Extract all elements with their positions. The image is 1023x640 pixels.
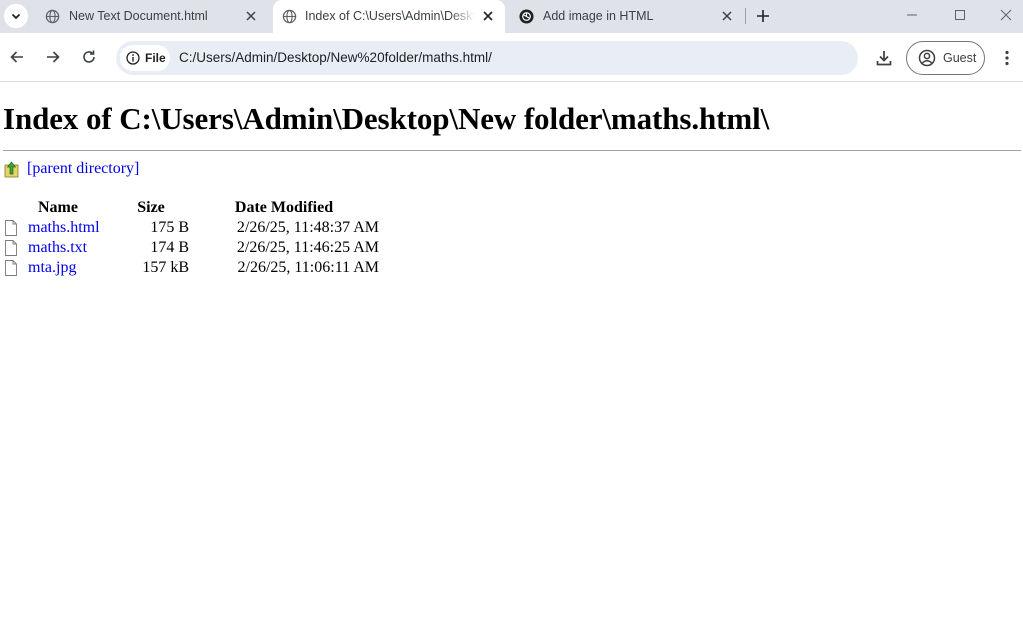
browser-toolbar: File C:/Users/Admin/Desktop/New%20folder… — [0, 33, 1023, 82]
tab-new-text-document[interactable]: New Text Document.html — [31, 0, 271, 33]
divider — [3, 150, 1021, 151]
reload-icon — [83, 50, 95, 63]
table-row: maths.txt 174 B 2/26/25, 11:46:25 AM — [3, 238, 379, 258]
column-header-name[interactable]: Name — [3, 198, 113, 218]
file-entry: maths.html — [3, 219, 113, 237]
address-bar[interactable]: File C:/Users/Admin/Desktop/New%20folder… — [116, 41, 858, 75]
column-header-size[interactable]: Size — [113, 198, 189, 218]
globe-icon — [282, 9, 297, 24]
arrow-left-icon — [10, 51, 23, 63]
chatgpt-icon — [519, 9, 534, 24]
file-date: 2/26/25, 11:06:11 AM — [237, 259, 380, 276]
file-name-cell: mta.jpg — [3, 258, 113, 278]
tab-separator — [745, 8, 746, 24]
minimize-icon — [907, 14, 917, 16]
tab-add-image[interactable]: Add image in HTML — [505, 0, 743, 33]
forward-button[interactable] — [42, 46, 64, 68]
tab-search-button[interactable] — [4, 4, 28, 28]
back-button[interactable] — [6, 46, 28, 68]
tab-title: New Text Document.html — [69, 9, 208, 23]
tab-title: Add image in HTML — [543, 9, 654, 23]
parent-directory-link[interactable]: [parent directory] — [27, 160, 139, 178]
more-vertical-icon — [1005, 50, 1009, 66]
column-header-date[interactable]: Date Modified — [189, 198, 379, 218]
table-row: maths.html 175 B 2/26/25, 11:48:37 AM — [3, 218, 379, 238]
file-icon — [5, 260, 17, 276]
tab-close-button[interactable] — [480, 8, 496, 24]
close-icon — [1000, 9, 1012, 21]
downloads-button[interactable] — [872, 46, 896, 70]
file-link[interactable]: maths.txt — [28, 239, 87, 257]
arrow-right-icon — [47, 51, 60, 63]
maximize-icon — [955, 10, 965, 20]
folder-up-icon — [4, 160, 19, 177]
file-size: 175 B — [150, 219, 189, 236]
scheme-label: File — [145, 51, 166, 65]
url-text[interactable]: C:/Users/Admin/Desktop/New%20folder/math… — [179, 50, 492, 65]
file-entry: maths.txt — [3, 239, 113, 257]
reload-button[interactable] — [78, 46, 100, 68]
profile-button[interactable]: Guest — [906, 41, 985, 75]
tab-close-button[interactable] — [243, 8, 259, 24]
close-icon — [483, 11, 493, 21]
page-title: Index of C:\Users\Admin\Desktop\New fold… — [3, 101, 770, 136]
file-date: 2/26/25, 11:48:37 AM — [236, 219, 379, 236]
file-icon — [5, 240, 17, 256]
minimize-button[interactable] — [900, 4, 924, 26]
file-size: 174 B — [150, 239, 189, 256]
file-date: 2/26/25, 11:46:25 AM — [236, 239, 379, 256]
new-tab-button[interactable] — [754, 7, 772, 25]
table-row: mta.jpg 157 kB 2/26/25, 11:06:11 AM — [3, 258, 379, 278]
page-content: Index of C:\Users\Admin\Desktop\New fold… — [0, 83, 1023, 640]
site-info-chip[interactable]: File — [120, 45, 170, 71]
download-icon — [876, 51, 892, 66]
tab-title: Index of C:\Users\Admin\Desktop\New fold… — [305, 9, 475, 23]
file-name-cell: maths.html — [3, 218, 113, 238]
file-link[interactable]: mta.jpg — [28, 259, 76, 277]
tab-close-button[interactable] — [719, 8, 735, 24]
parent-directory-row: [parent directory] — [4, 160, 139, 178]
browser-menu-button[interactable] — [998, 46, 1016, 70]
tab-index-listing[interactable]: Index of C:\Users\Admin\Desktop\New fold… — [273, 0, 505, 33]
file-icon — [5, 220, 17, 236]
file-table: Name Size Date Modified maths.html 175 B… — [3, 198, 379, 278]
profile-label: Guest — [943, 51, 977, 65]
plus-icon — [757, 10, 769, 22]
chevron-down-icon — [11, 13, 21, 20]
tab-strip: New Text Document.html Index of C:\Users… — [0, 0, 1023, 33]
maximize-button[interactable] — [948, 4, 972, 26]
table-header-row: Name Size Date Modified — [3, 198, 379, 218]
file-size: 157 kB — [142, 259, 189, 276]
window-close-button[interactable] — [994, 4, 1018, 26]
globe-icon — [45, 9, 60, 24]
file-link[interactable]: maths.html — [28, 219, 100, 237]
info-icon — [126, 51, 140, 65]
avatar-icon — [918, 49, 936, 67]
close-icon — [722, 11, 732, 21]
file-name-cell: maths.txt — [3, 238, 113, 258]
close-icon — [246, 11, 256, 21]
file-entry: mta.jpg — [3, 259, 113, 277]
